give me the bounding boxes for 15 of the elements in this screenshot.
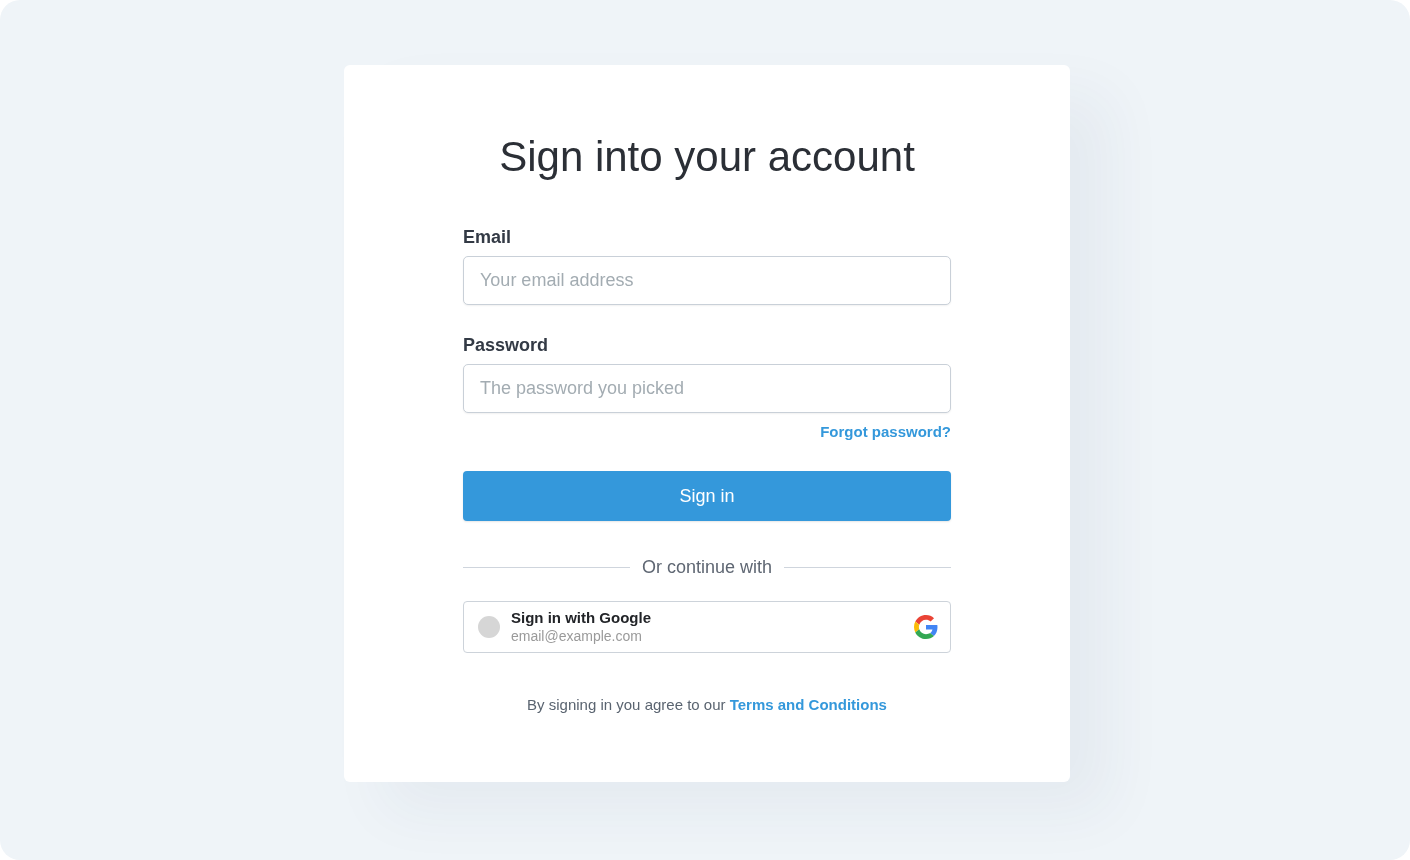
google-button-title: Sign in with Google bbox=[511, 609, 651, 627]
field-label: Password bbox=[463, 334, 549, 356]
terms-notice: By signing in you agree to our Terms and Conditions bbox=[527, 695, 887, 715]
google-logo-icon bbox=[914, 615, 938, 639]
google-sign-in-button[interactable]: Sign in with Google email@example.com bbox=[463, 601, 951, 653]
terms-link[interactable]: Terms and Conditions bbox=[729, 696, 887, 713]
field-label: Email bbox=[463, 226, 512, 248]
avatar-icon bbox=[478, 616, 500, 638]
divider-label: Or continue with bbox=[641, 556, 773, 579]
google-account-email: email@example.com bbox=[511, 627, 642, 645]
form-title: Sign into your account bbox=[498, 132, 916, 182]
email-field[interactable]: Your email address bbox=[463, 256, 951, 305]
password-field[interactable]: The password you picked bbox=[463, 364, 951, 413]
sign-in-button[interactable]: Sign in bbox=[463, 471, 951, 521]
forgot-password-link[interactable]: Forgot password? bbox=[820, 422, 951, 442]
